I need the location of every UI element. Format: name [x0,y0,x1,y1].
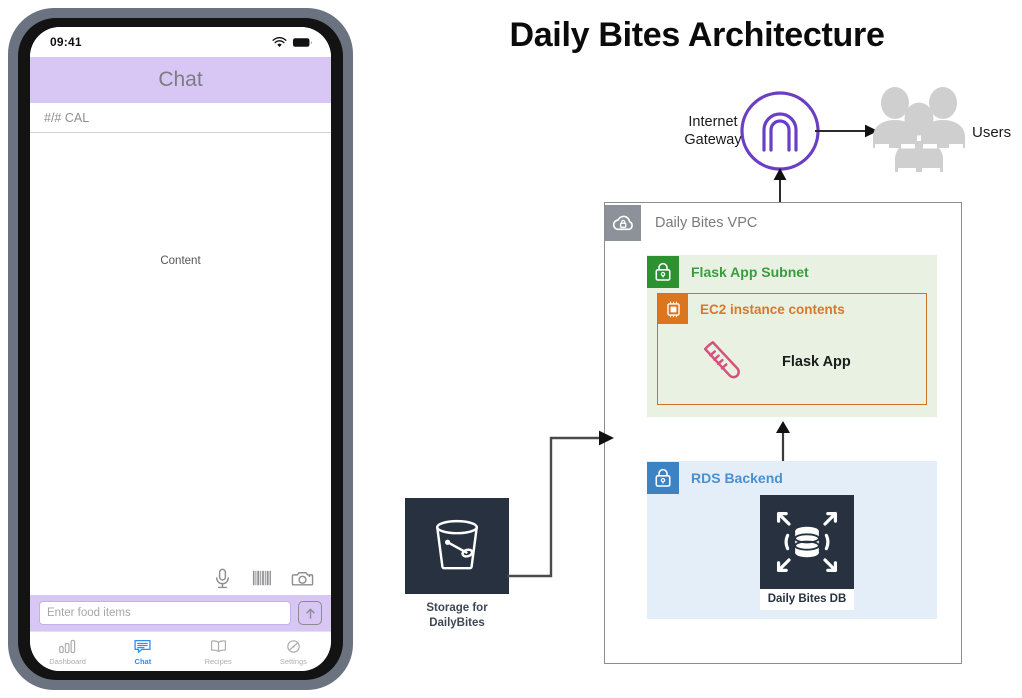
rds-subnet-header: RDS Backend [647,461,937,495]
chat-nav-header: Chat [30,57,331,103]
barcode-icon[interactable] [251,567,274,590]
users-label: Users [972,124,1012,141]
tab-chat-label: Chat [134,656,152,666]
flask-app-node: Flask App [668,326,918,398]
phone-screen: 09:41 Chat #/# CAL Content Enter food it… [30,27,331,671]
s3-storage-node: Storage for DailyBites [405,498,509,630]
ec2-title: EC2 instance contents [700,301,845,317]
tab-settings[interactable]: Settings [256,632,331,671]
s3-icon-box [405,498,509,594]
page-title: Chat [158,68,203,91]
arrow-database-to-ec2 [776,421,790,465]
s3-storage-label: Storage for DailyBites [405,601,509,630]
food-items-input[interactable] [39,601,291,625]
calorie-row: #/# CAL [30,103,331,133]
tab-recipes-label: Recipes [204,656,232,666]
bar-chart-icon [59,639,76,653]
vpc-container: Daily Bites VPC Flask App Subnet EC2 ins… [604,202,962,664]
media-input-row [30,561,331,595]
flask-app-label: Flask App [782,354,851,370]
rds-subnet-title: RDS Backend [691,470,783,486]
microphone-icon[interactable] [211,567,234,590]
flask-subnet-header: Flask App Subnet [647,255,937,289]
arrow-storage-to-vpc [507,430,614,578]
tab-settings-label: Settings [279,656,307,666]
database-icon-box [760,495,854,589]
ec2-header: EC2 instance contents [658,294,926,324]
flask-subnet-icon-tile [647,256,679,288]
battery-icon [292,37,312,47]
gear-icon [287,639,300,653]
s3-storage-label-line2: DailyBites [429,616,485,629]
vpc-icon-tile [605,205,641,241]
screenshot-root: 09:41 Chat #/# CAL Content Enter food it… [0,0,1022,698]
flask-subnet-title: Flask App Subnet [691,264,809,280]
lock-icon [655,262,671,281]
vpc-title: Daily Bites VPC [655,215,758,231]
vpc-cloud-icon [612,215,633,231]
ec2-instance-container: EC2 instance contents Flask App [657,293,927,405]
rds-database-icon [776,511,838,573]
s3-storage-label-line1: Storage for [426,602,488,614]
phone-bezel: 09:41 Chat #/# CAL Content Enter food it… [18,18,343,680]
architecture-diagram: Daily Bites Architecture Internet Gatewa… [372,0,1022,698]
database-node: Daily Bites DB [760,495,854,610]
phone-mockup: 09:41 Chat #/# CAL Content Enter food it… [8,8,353,690]
flask-tube-icon [703,341,740,379]
lock-icon [655,468,671,487]
content-placeholder-label: Content [160,255,201,267]
calorie-counter-label: #/# CAL [44,110,90,125]
users-icon [873,87,965,173]
tab-dashboard-label: Dashboard [49,656,86,666]
cpu-chip-icon [666,301,680,317]
tab-recipes[interactable]: Recipes [181,632,256,671]
arrow-up-icon [305,608,315,619]
send-button[interactable] [298,601,322,625]
message-composer [30,595,331,631]
ec2-icon-tile [658,294,688,324]
wifi-icon [272,36,287,47]
chat-bubble-icon [134,639,151,653]
rds-subnet-icon-tile [647,462,679,494]
vpc-header: Daily Bites VPC [605,203,961,243]
book-icon [210,639,226,652]
flask-app-subnet: Flask App Subnet EC2 instance contents F… [647,255,937,417]
chat-message-area: Content [30,133,331,561]
camera-icon[interactable] [291,567,314,590]
internet-gateway-icon [740,91,820,171]
status-time: 09:41 [50,35,82,49]
diagram-title: Daily Bites Architecture [509,16,885,54]
tab-dashboard[interactable]: Dashboard [30,632,105,671]
tab-bar: Dashboard Chat Recipes Settings [30,631,331,671]
s3-bucket-icon [436,519,478,570]
tab-chat[interactable]: Chat [105,632,180,671]
status-bar: 09:41 [30,27,331,57]
database-label: Daily Bites DB [760,589,854,610]
status-icons [272,36,313,48]
rds-backend-subnet: RDS Backend Daily Bites DB [647,461,937,619]
